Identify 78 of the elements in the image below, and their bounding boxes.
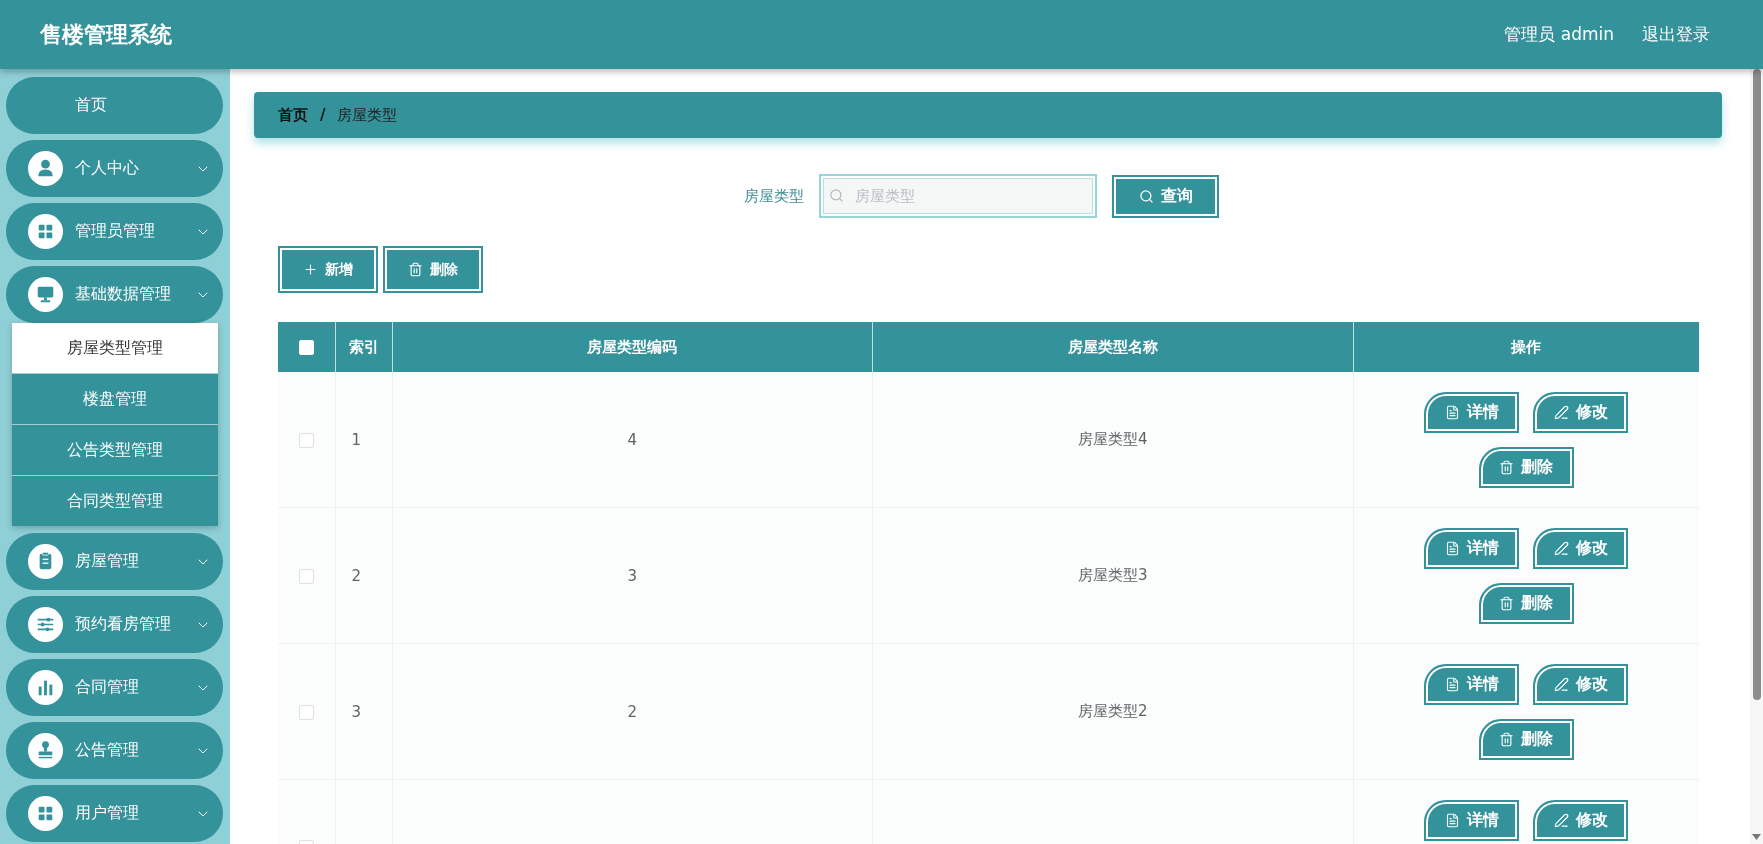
trash-icon — [408, 262, 423, 277]
search-icon — [829, 188, 844, 203]
sliders-icon — [28, 607, 63, 642]
detail-button[interactable]: 详情 — [1424, 664, 1520, 705]
grid-icon — [28, 214, 63, 249]
detail-button[interactable]: 详情 — [1424, 392, 1520, 433]
table-cell: 1 — [335, 372, 392, 508]
trash-icon — [1499, 460, 1515, 475]
detail-button[interactable]: 详情 — [1424, 528, 1520, 569]
menu-item[interactable]: 房屋管理 — [6, 533, 223, 590]
trash-icon — [1499, 732, 1515, 747]
pen-icon — [1553, 541, 1569, 556]
table-cell: 4 — [392, 372, 873, 508]
delete-button[interactable]: 删除 — [1478, 447, 1574, 488]
user-label: 管理员 admin — [1504, 23, 1614, 46]
table-cell: 3 — [392, 507, 873, 644]
menu-item[interactable]: 合同管理 — [6, 659, 223, 716]
breadcrumb-separator: / — [320, 106, 326, 124]
breadcrumb-current: 房屋类型 — [337, 105, 398, 125]
table-cell: 房屋类型3 — [872, 507, 1353, 644]
logout-link[interactable]: 退出登录 — [1642, 23, 1710, 46]
menu-item[interactable]: 管理员管理 — [6, 203, 223, 260]
menu-item[interactable]: 预约看房管理 — [6, 596, 223, 653]
submenu-item[interactable]: 楼盘管理 — [12, 373, 218, 424]
pen-icon — [1553, 677, 1569, 692]
select-all-checkbox[interactable] — [298, 340, 314, 355]
menu-item[interactable]: 基础数据管理 — [6, 266, 223, 323]
menu-item[interactable]: 个人中心 — [6, 140, 223, 197]
stamp-icon — [28, 733, 63, 768]
pen-icon — [1553, 405, 1569, 420]
delete-button[interactable]: 删除 — [1478, 719, 1574, 760]
document-icon — [1444, 405, 1460, 420]
delete-button[interactable]: 删除 — [1478, 583, 1574, 624]
person-icon — [28, 151, 63, 186]
row-checkbox[interactable] — [298, 704, 314, 720]
table-cell: 房屋类型4 — [872, 372, 1353, 508]
delete-button[interactable]: 删除 — [383, 246, 483, 293]
menu-item[interactable]: 用户管理 — [6, 785, 223, 842]
app-title: 售楼管理系统 — [40, 20, 172, 49]
submenu-item[interactable]: 合同类型管理 — [12, 475, 218, 526]
column-header: 房屋类型编码 — [392, 322, 873, 372]
edit-button[interactable]: 修改 — [1533, 664, 1629, 705]
menu-item[interactable]: 首页 — [6, 77, 223, 134]
triangle-down-icon — [1752, 834, 1761, 840]
scrollbar[interactable] — [1750, 69, 1763, 844]
table-cell: 2 — [335, 507, 392, 644]
row-checkbox[interactable] — [298, 432, 314, 448]
plus-icon — [303, 262, 318, 277]
table-cell: 2 — [392, 643, 873, 780]
table-cell: 3 — [335, 643, 392, 780]
edit-button[interactable]: 修改 — [1533, 392, 1629, 433]
column-header: 索引 — [335, 322, 392, 372]
column-header: 房屋类型名称 — [872, 322, 1353, 372]
row-checkbox[interactable] — [298, 568, 314, 584]
bar-chart-icon — [28, 670, 63, 705]
submenu-item[interactable]: 房屋类型管理 — [12, 323, 218, 373]
trash-icon — [1499, 596, 1515, 611]
add-button[interactable]: 新增 — [278, 246, 378, 293]
detail-button[interactable]: 详情 — [1424, 800, 1520, 841]
pen-icon — [1553, 813, 1569, 828]
table-cell: 房屋类型2 — [872, 643, 1353, 780]
edit-button[interactable]: 修改 — [1533, 800, 1629, 841]
column-header: 操作 — [1353, 322, 1699, 372]
breadcrumb-link[interactable]: 首页 — [278, 105, 308, 125]
document-icon — [1444, 677, 1460, 692]
submenu-item[interactable]: 公告类型管理 — [12, 424, 218, 475]
search-field[interactable]: 房屋类型 — [819, 174, 1097, 218]
grid-icon — [28, 796, 63, 831]
clipboard-icon — [28, 544, 63, 579]
document-icon — [1444, 541, 1460, 556]
menu-item[interactable]: 公告管理 — [6, 722, 223, 779]
search-label: 房屋类型 — [744, 186, 804, 206]
monitor-icon — [28, 277, 63, 312]
search-button[interactable]: 查询 — [1112, 174, 1219, 218]
document-icon — [1444, 813, 1460, 828]
edit-button[interactable]: 修改 — [1533, 528, 1629, 569]
scrollbar-thumb[interactable] — [1752, 69, 1761, 700]
search-icon — [1138, 188, 1154, 204]
